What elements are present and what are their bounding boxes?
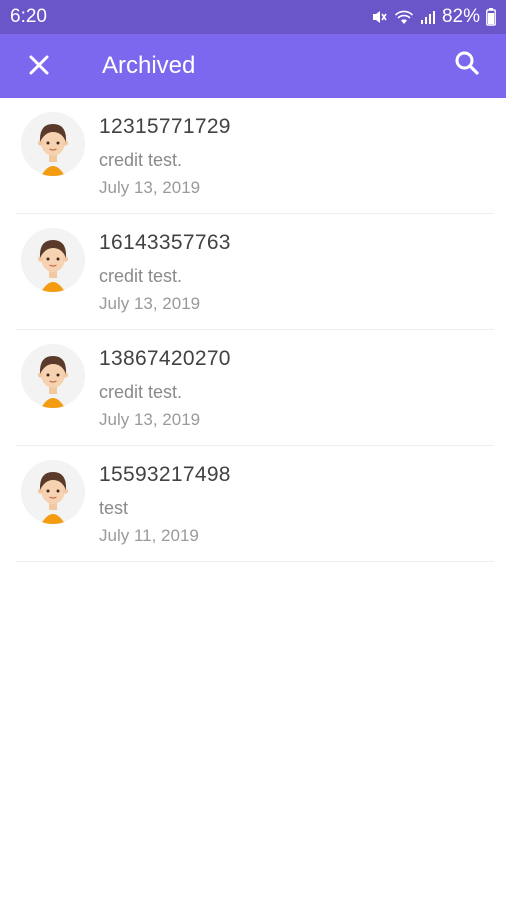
mute-icon — [370, 8, 388, 26]
status-bar: 6:20 82% — [0, 0, 506, 34]
status-icons: 82% — [370, 6, 496, 28]
contact-number: 15593217498 — [99, 463, 231, 486]
list-item[interactable]: 13867420270 credit test. July 13, 2019 — [0, 330, 506, 446]
message-preview: test — [99, 498, 129, 518]
message-preview: credit test. — [99, 266, 183, 286]
avatar — [21, 460, 85, 524]
list-item[interactable]: 16143357763 credit test. July 13, 2019 — [0, 214, 506, 330]
contact-number: 12315771729 — [99, 115, 231, 138]
message-date: July 11, 2019 — [99, 526, 199, 545]
close-icon — [28, 54, 50, 81]
close-button[interactable] — [22, 50, 56, 84]
conversation-list: 12315771729 credit test. July 13, 2019 1… — [0, 98, 506, 562]
divider — [16, 561, 494, 562]
avatar — [21, 344, 85, 408]
message-preview: credit test. — [99, 382, 183, 402]
search-icon — [454, 50, 480, 81]
avatar — [21, 112, 85, 176]
contact-number: 13867420270 — [99, 347, 231, 370]
battery-icon — [486, 8, 496, 26]
contact-number: 16143357763 — [99, 231, 231, 254]
message-date: July 13, 2019 — [99, 410, 201, 429]
app-bar: Archived — [0, 34, 506, 98]
list-item[interactable]: 15593217498 test July 11, 2019 — [0, 446, 506, 562]
signal-icon — [420, 8, 436, 26]
list-item[interactable]: 12315771729 credit test. July 13, 2019 — [0, 98, 506, 214]
wifi-icon — [394, 8, 414, 26]
search-button[interactable] — [450, 48, 484, 82]
page-title: Archived — [102, 52, 196, 79]
message-date: July 13, 2019 — [99, 178, 201, 197]
avatar — [21, 228, 85, 292]
battery-text: 82% — [441, 6, 480, 27]
message-date: July 13, 2019 — [99, 294, 201, 313]
status-time: 6:20 — [10, 6, 47, 27]
message-preview: credit test. — [99, 150, 183, 170]
